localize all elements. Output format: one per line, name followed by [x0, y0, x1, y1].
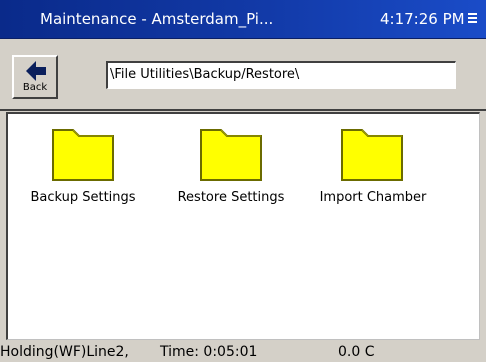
- folder-label: Import Chamber: [319, 190, 427, 205]
- back-button[interactable]: Back: [12, 55, 58, 99]
- maintenance-screen: Maintenance - Amsterdam_Pi... 4:17:26 PM…: [0, 0, 486, 362]
- window-title: Maintenance - Amsterdam_Pi...: [40, 10, 274, 28]
- folder-label: Restore Settings: [177, 190, 285, 205]
- folder-label: Backup Settings: [30, 190, 136, 205]
- folder-backup-settings[interactable]: Backup Settings: [18, 114, 148, 224]
- status-mode: Holding(WF)Line2,: [0, 344, 129, 360]
- clock: 4:17:26 PM: [380, 10, 465, 28]
- toolbar: Back \File Utilities\Backup/Restore\: [0, 39, 486, 111]
- file-browser-pane: Backup Settings Restore Settings Import …: [6, 112, 480, 340]
- menu-icon[interactable]: [466, 12, 480, 26]
- folder-icon: [200, 129, 262, 181]
- back-arrow-icon: [26, 61, 46, 81]
- path-field[interactable]: \File Utilities\Backup/Restore\: [106, 61, 456, 89]
- status-temperature: 0.0 C: [338, 344, 375, 360]
- status-time: Time: 0:05:01: [160, 344, 258, 360]
- folder-restore-settings[interactable]: Restore Settings: [166, 114, 296, 224]
- folder-icon: [52, 129, 114, 181]
- folder-import-chamber[interactable]: Import Chamber: [308, 114, 438, 224]
- folder-icon: [341, 129, 403, 181]
- title-bar: Maintenance - Amsterdam_Pi... 4:17:26 PM: [0, 0, 486, 39]
- status-bar: Holding(WF)Line2, Time: 0:05:01 0.0 C: [0, 342, 486, 362]
- back-button-label: Back: [22, 82, 48, 93]
